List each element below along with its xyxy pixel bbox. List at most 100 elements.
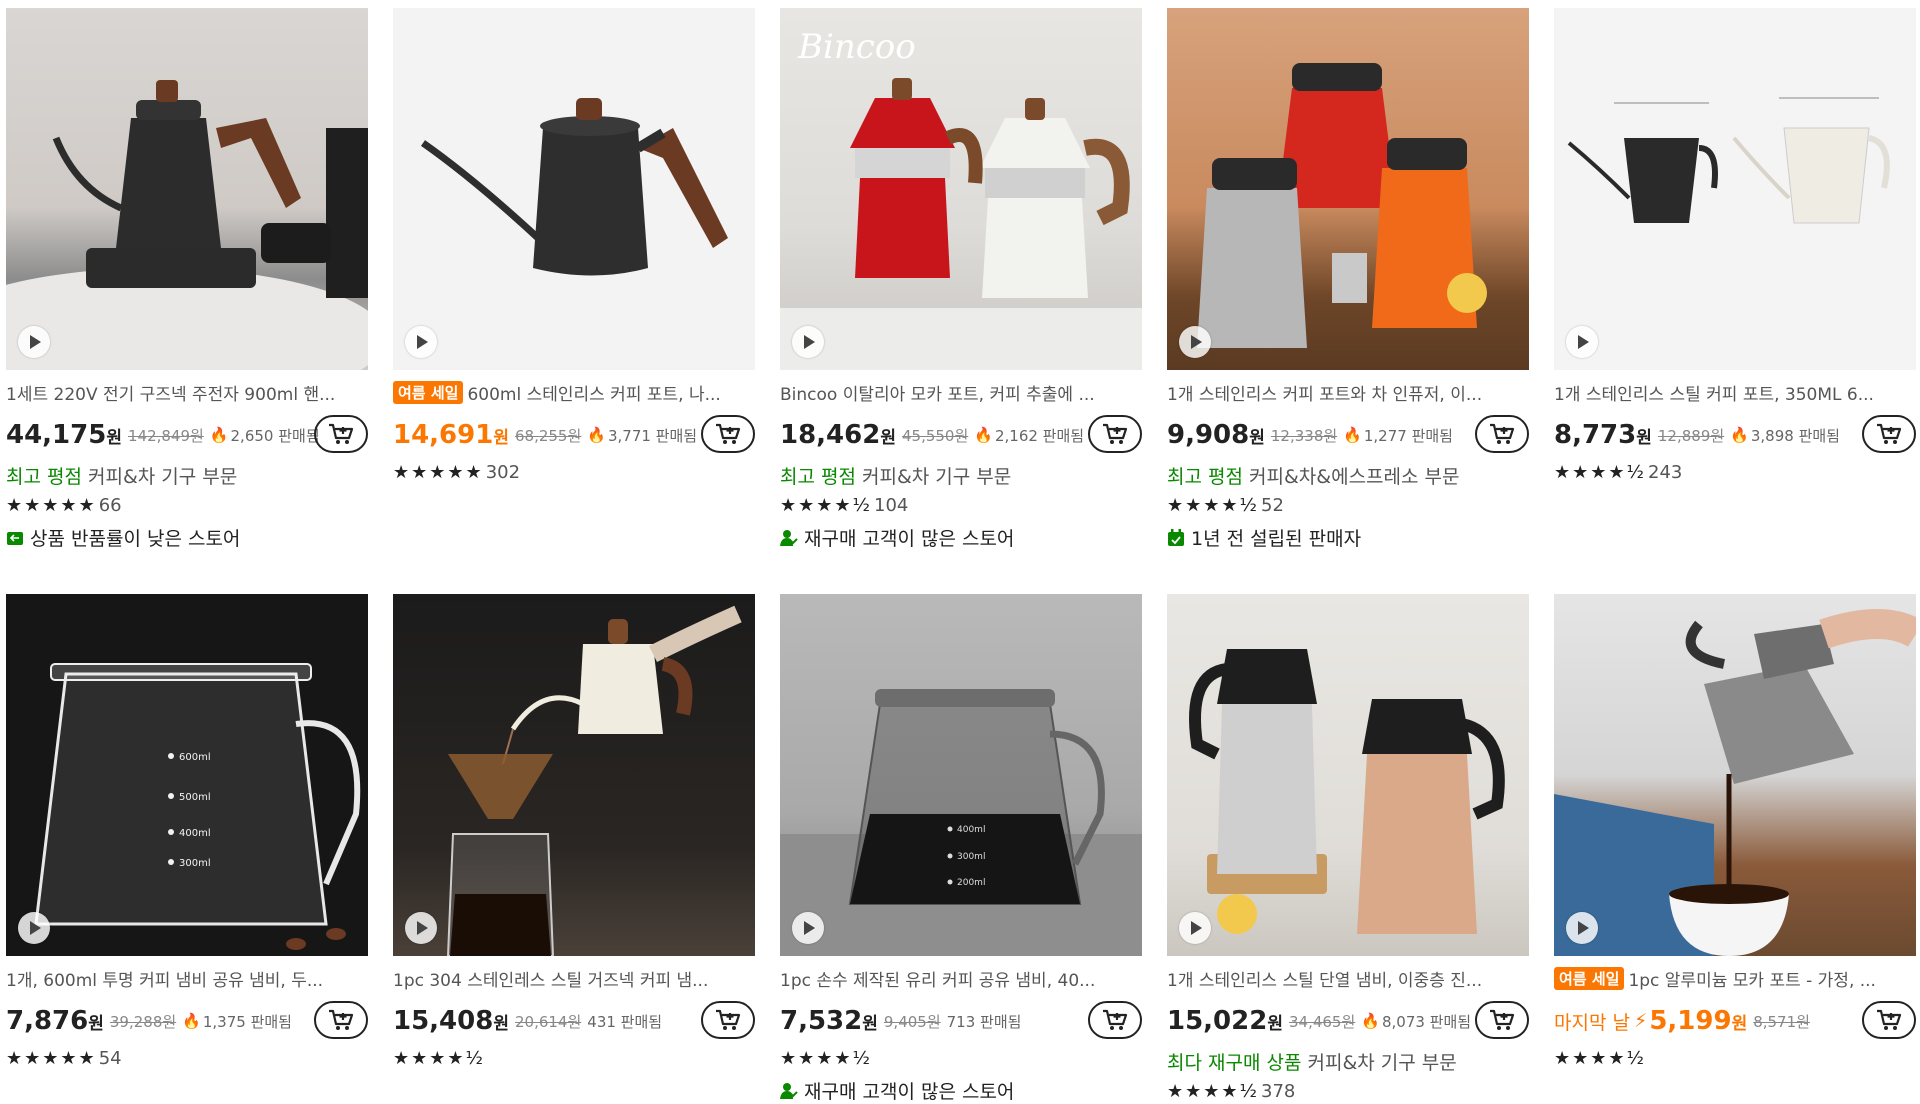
- product-image[interactable]: [1554, 594, 1916, 956]
- gooseneck-kettle-illustration: [420, 98, 728, 276]
- original-price: 45,550원: [901, 426, 969, 445]
- product-title[interactable]: 1pc 304 스테인레스 스틸 거즈넥 커피 냄...: [393, 966, 755, 991]
- product-card[interactable]: 1pc 304 스테인레스 스틸 거즈넥 커피 냄... 15,408 원 20,…: [393, 594, 755, 1069]
- sold-count: 3,771 판매됨: [607, 426, 698, 445]
- repeat-customer-icon: [780, 529, 798, 546]
- ranking-tag[interactable]: 최고 평점 커피&차 기구 부문: [780, 462, 1142, 489]
- product-title[interactable]: 1세트 220V 전기 구즈넥 주전자 900ml 핸...: [6, 380, 368, 405]
- sold-count: 2,650 판매됨: [230, 426, 320, 445]
- add-to-cart-button[interactable]: [701, 1001, 755, 1039]
- product-image[interactable]: Bincoo: [780, 8, 1142, 370]
- product-image[interactable]: [393, 594, 755, 956]
- star-rating: ★★★★½ 243: [1554, 462, 1683, 483]
- product-card[interactable]: 여름 세일 1pc 알루미늄 모카 포트 - 가정, ... 마지막 날 ⚡ 5,1…: [1554, 594, 1916, 1069]
- product-card[interactable]: 1개 스테인리스 커피 포트와 차 인퓨저, 이... 9,908 원 12,33…: [1167, 8, 1529, 551]
- sold-count: 431 판매됨: [587, 1012, 663, 1031]
- product-card[interactable]: Bincoo Bincoo 이탈리아 모카 포트, 커피 추출에 ... 18,…: [780, 8, 1142, 551]
- price: 7,876: [6, 1006, 89, 1036]
- product-image[interactable]: 400ml 300ml 200ml: [780, 594, 1142, 956]
- star-rating: ★★★★½ 52: [1167, 495, 1284, 516]
- product-card[interactable]: 1개 스테인리스 스틸 단열 냄비, 이중층 진... 15,022 원 34,4…: [1167, 594, 1529, 1102]
- product-title[interactable]: Bincoo 이탈리아 모카 포트, 커피 추출에 ...: [780, 380, 1142, 405]
- price-row: 7,876 원 39,288원 🔥 1,375 판매됨: [6, 1000, 368, 1042]
- ranking-tag[interactable]: 최고 평점 커피&차 기구 부문: [6, 462, 368, 489]
- price-row: 14,691 원 68,255원 🔥 3,771 판매됨: [393, 414, 755, 456]
- summer-sale-badge: 여름 세일: [1554, 966, 1625, 990]
- ranking-tag[interactable]: 최다 재구매 상품 커피&차 기구 부문: [1167, 1048, 1529, 1075]
- svg-text:500ml: 500ml: [179, 792, 211, 803]
- store-feature: 재구매 고객이 많은 스토어: [780, 1077, 1142, 1104]
- add-to-cart-button[interactable]: [1862, 415, 1916, 453]
- product-image[interactable]: [1554, 8, 1916, 370]
- product-image[interactable]: [1167, 594, 1529, 956]
- price: 7,532: [780, 1006, 863, 1036]
- product-card[interactable]: 1세트 220V 전기 구즈넥 주전자 900ml 핸... 44,175 원 1…: [6, 8, 368, 551]
- add-to-cart-button[interactable]: [1475, 1001, 1529, 1039]
- glass-server-illustration: 600ml 500ml 400ml 300ml: [34, 663, 361, 950]
- product-title[interactable]: 1pc 손수 제작된 유리 커피 공유 냄비, 40...: [780, 966, 1142, 991]
- product-image[interactable]: 600ml 500ml 400ml 300ml: [6, 594, 368, 956]
- add-to-cart-button[interactable]: [1088, 1001, 1142, 1039]
- add-to-cart-button[interactable]: [1475, 415, 1529, 453]
- price: 18,462: [780, 420, 881, 450]
- original-price: 34,465원: [1288, 1012, 1356, 1031]
- product-title[interactable]: 1개 스테인리스 커피 포트와 차 인퓨저, 이...: [1167, 380, 1529, 405]
- star-rating: ★★★★★ 302: [393, 462, 521, 483]
- store-feature: 상품 반품률이 낮은 스토어: [6, 524, 368, 551]
- original-price: 9,405원: [883, 1012, 941, 1031]
- store-feature: 1년 전 설립된 판매자: [1167, 524, 1529, 551]
- product-title[interactable]: 여름 세일 1pc 알루미늄 모카 포트 - 가정, ...: [1554, 966, 1916, 990]
- currency-label: 원: [106, 427, 122, 448]
- smoky-glass-server-illustration: 400ml 300ml 200ml: [780, 689, 1142, 956]
- last-day-label: 마지막 날: [1554, 1011, 1630, 1034]
- review-count: 302: [485, 462, 521, 483]
- product-card[interactable]: 여름 세일 600ml 스테인리스 커피 포트, 나... 14,691 원 68,…: [393, 8, 755, 483]
- cart-plus-icon: [329, 1009, 354, 1030]
- currency-label: 원: [1731, 1013, 1748, 1034]
- product-image[interactable]: [393, 8, 755, 370]
- play-video-icon[interactable]: [1566, 326, 1598, 358]
- product-title[interactable]: 1개 스테인리스 스틸 단열 냄비, 이중층 진...: [1167, 966, 1529, 991]
- add-to-cart-button[interactable]: [701, 415, 755, 453]
- cart-plus-icon: [1103, 423, 1128, 444]
- product-card[interactable]: 400ml 300ml 200ml 1pc 손수 제작된 유리 커피 공유 냄비…: [780, 594, 1142, 1104]
- play-video-icon[interactable]: [405, 912, 437, 944]
- product-title[interactable]: 1개 스테인리스 스틸 커피 포트, 350ML 6...: [1554, 380, 1916, 405]
- product-image[interactable]: [1167, 8, 1529, 370]
- product-title[interactable]: 여름 세일 600ml 스테인리스 커피 포트, 나...: [393, 380, 755, 404]
- product-card[interactable]: 600ml 500ml 400ml 300ml 1개, 600ml 투명 커피 …: [6, 594, 368, 1069]
- play-video-icon[interactable]: [1179, 326, 1211, 358]
- add-to-cart-button[interactable]: [314, 1001, 368, 1039]
- original-price: 12,338원: [1270, 426, 1338, 445]
- sold-count: 3,898 판매됨: [1750, 426, 1840, 445]
- fire-icon: 🔥: [182, 1012, 201, 1030]
- svg-text:400ml: 400ml: [957, 825, 985, 835]
- product-title[interactable]: 1개, 600ml 투명 커피 냄비 공유 냄비, 두...: [6, 966, 368, 991]
- cart-plus-icon: [1877, 1009, 1902, 1030]
- add-to-cart-button[interactable]: [314, 415, 368, 453]
- play-video-icon[interactable]: [1179, 912, 1211, 944]
- price: 9,908: [1167, 420, 1250, 450]
- svg-text:300ml: 300ml: [179, 858, 211, 869]
- sold-count: 2,162 판매됨: [994, 426, 1085, 445]
- electric-kettle-illustration: [6, 80, 368, 370]
- svg-text:400ml: 400ml: [179, 828, 211, 839]
- product-image[interactable]: [6, 8, 368, 370]
- add-to-cart-button[interactable]: [1088, 415, 1142, 453]
- review-count: 243: [1648, 462, 1683, 483]
- play-video-icon[interactable]: [405, 326, 437, 358]
- cart-plus-icon: [329, 423, 354, 444]
- price: 5,199: [1649, 1006, 1732, 1036]
- play-video-icon[interactable]: [792, 912, 824, 944]
- product-card[interactable]: 1개 스테인리스 스틸 커피 포트, 350ML 6... 8,773 원 12,…: [1554, 8, 1916, 483]
- play-video-icon[interactable]: [1566, 912, 1598, 944]
- ranking-tag[interactable]: 최고 평점 커피&차&에스프레소 부문: [1167, 462, 1529, 489]
- star-rating: ★★★★½: [780, 1048, 872, 1069]
- play-video-icon[interactable]: [792, 326, 824, 358]
- price-row: 7,532 원 9,405원 713 판매됨: [780, 1000, 1142, 1042]
- add-to-cart-button[interactable]: [1862, 1001, 1916, 1039]
- currency-label: 원: [88, 1013, 104, 1034]
- currency-label: 원: [862, 1013, 878, 1034]
- play-video-icon[interactable]: [18, 912, 50, 944]
- play-video-icon[interactable]: [18, 326, 50, 358]
